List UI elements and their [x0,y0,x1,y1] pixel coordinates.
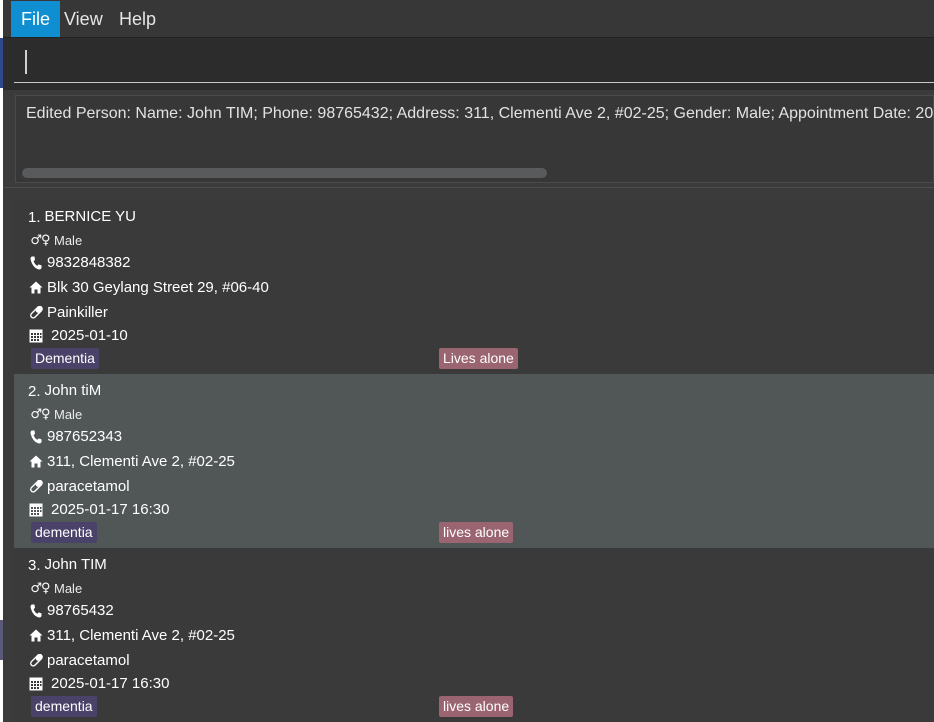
person-name: John TIM [44,555,107,573]
person-name: BERNICE YU [44,207,136,225]
gender-icon: ♂♀ [30,406,50,422]
menu-bar: File View Help [3,0,934,38]
person-appointment: 2025-01-10 [51,327,128,344]
living-tag: lives alone [439,696,514,717]
living-tag: Lives alone [439,348,518,369]
person-list[interactable]: 1. BERNICE YU ♂♀ Male 9832848382 Blk 30 … [14,200,934,722]
text-caret [25,50,27,74]
app-window: File View Help Edited Person: Name: John… [3,0,934,722]
command-box [3,38,934,90]
result-message: Edited Person: Name: John TIM; Phone: 98… [26,105,934,122]
calendar-icon [28,676,44,692]
result-display[interactable]: Edited Person: Name: John TIM; Phone: 98… [15,95,934,183]
gender-icon: ♂♀ [30,580,50,596]
calendar-icon [28,328,44,344]
menu-help[interactable]: Help [109,1,166,37]
person-gender: Male [54,232,83,248]
person-card[interactable]: 1. BERNICE YU ♂♀ Male 9832848382 Blk 30 … [14,200,934,374]
person-gender: Male [54,580,83,596]
person-phone: 987652343 [47,428,123,445]
phone-icon [28,255,44,271]
person-appointment: 2025-01-17 16:30 [51,675,170,692]
person-phone: 98765432 [47,602,114,619]
phone-icon [28,603,44,619]
living-tag: lives alone [439,522,514,543]
calendar-icon [28,502,44,518]
scrollbar-thumb[interactable] [22,168,547,178]
person-card[interactable]: 2. John tiM ♂♀ Male 987652343 311, Cleme… [14,374,934,548]
pill-icon [28,653,44,669]
person-gender: Male [54,406,83,422]
condition-tag: dementia [31,522,97,543]
pill-icon [28,305,44,321]
home-icon [28,454,44,470]
person-name: John tiM [44,381,102,399]
person-medication: paracetamol [47,478,130,495]
home-icon [28,628,44,644]
command-input[interactable] [14,38,934,83]
person-address: 311, Clementi Ave 2, #02-25 [47,627,235,644]
menu-view[interactable]: View [54,1,113,37]
gender-icon: ♂♀ [30,232,50,248]
person-address: Blk 30 Geylang Street 29, #06-40 [47,279,269,296]
person-address: 311, Clementi Ave 2, #02-25 [47,453,235,470]
home-icon [28,280,44,296]
pill-icon [28,479,44,495]
person-card[interactable]: 3. John TIM ♂♀ Male 98765432 311, Clemen… [14,548,934,722]
person-appointment: 2025-01-17 16:30 [51,501,170,518]
person-index: 2. [28,383,41,400]
person-index: 1. [28,209,41,226]
person-phone: 9832848382 [47,254,131,271]
horizontal-scrollbar[interactable] [20,167,931,179]
divider [3,187,934,188]
menu-file[interactable]: File [11,1,61,37]
person-index: 3. [28,557,41,574]
condition-tag: dementia [31,696,97,717]
person-medication: paracetamol [47,652,130,669]
condition-tag: Dementia [31,348,99,369]
person-medication: Painkiller [47,304,108,321]
phone-icon [28,429,44,445]
